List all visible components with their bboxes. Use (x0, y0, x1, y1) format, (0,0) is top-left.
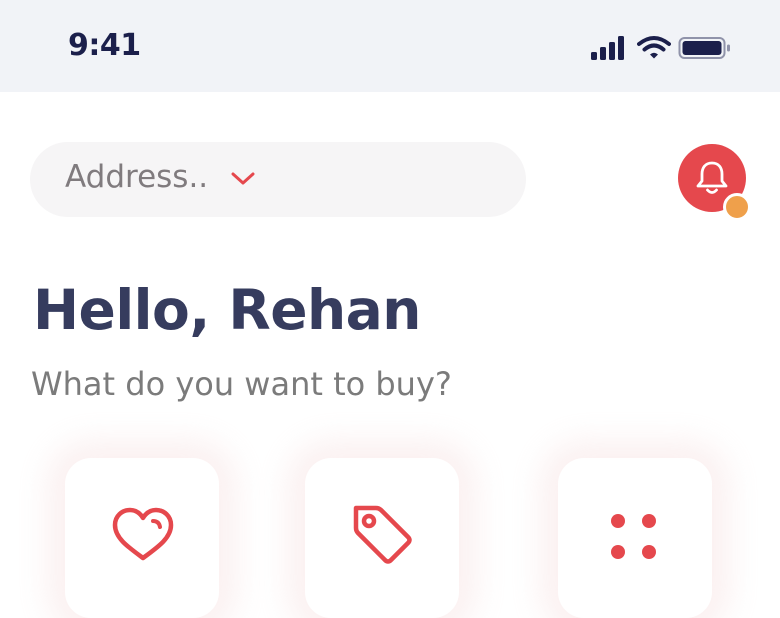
category-card-all[interactable] (558, 458, 712, 618)
page-subtitle: What do you want to buy? (31, 365, 452, 403)
battery-icon (678, 37, 730, 59)
bell-icon (696, 161, 728, 194)
heart-icon (112, 507, 174, 561)
category-card-deals[interactable] (305, 458, 459, 618)
tag-icon (353, 505, 412, 564)
chevron-down-icon (231, 172, 255, 185)
status-bar: 9:41 (0, 0, 780, 92)
grid-dots-icon (611, 514, 656, 559)
status-time: 9:41 (68, 28, 141, 63)
wifi-icon (637, 36, 671, 59)
category-card-favorites[interactable] (65, 458, 219, 618)
address-selector[interactable]: Address.. (30, 142, 526, 217)
address-placeholder: Address.. (65, 159, 209, 195)
page-title: Hello, Rehan (33, 278, 421, 342)
notification-badge (723, 193, 751, 221)
signal-icon (591, 36, 624, 60)
